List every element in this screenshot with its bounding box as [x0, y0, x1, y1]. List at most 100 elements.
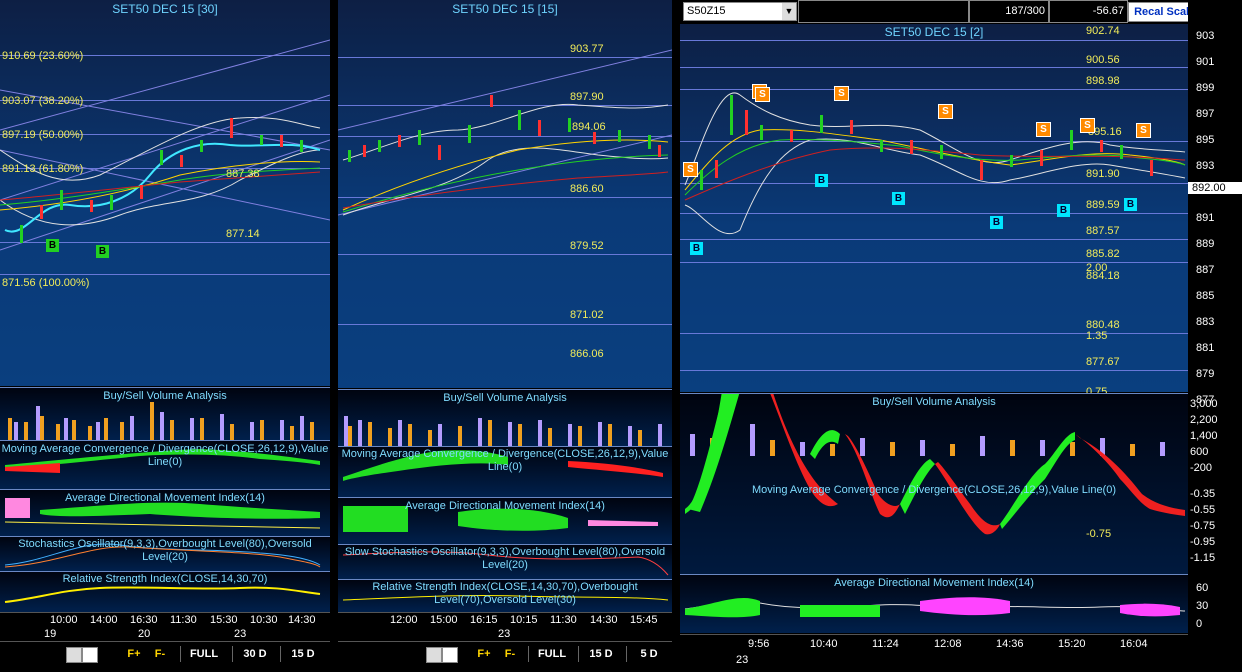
- indicator-title: Moving Average Convergence / Divergence(…: [751, 484, 1117, 496]
- indicator-title: Relative Strength Index(CLOSE,14,30,70): [62, 573, 268, 585]
- level-label: 900.56: [1086, 54, 1120, 66]
- time-tick: 15:45: [630, 614, 658, 626]
- buy-signal[interactable]: B: [892, 192, 905, 205]
- panel-divider[interactable]: [672, 0, 680, 672]
- macd-tick: -1.15: [1190, 552, 1216, 564]
- chart-panel-2min[interactable]: S50Z15 ▼ 187/300 -56.67 Recal Scale-Line…: [680, 0, 1242, 672]
- volume-pane[interactable]: Buy/Sell Volume Analysis: [0, 387, 330, 440]
- macd-tick: -0.55: [1190, 504, 1216, 516]
- range-15d-button[interactable]: 15 D: [280, 646, 325, 662]
- price-axis[interactable]: 903 901 899 897 895 893 891 889 887 885 …: [1188, 0, 1242, 672]
- sell-signal[interactable]: S: [1080, 118, 1095, 133]
- level-label: -0.75: [1086, 528, 1112, 540]
- price-tick: 899: [1196, 82, 1215, 94]
- buy-signal[interactable]: B: [690, 242, 703, 255]
- indicator-title: Moving Average Convergence / Divergence(…: [341, 448, 669, 473]
- zoom-in-button[interactable]: F+: [474, 646, 494, 662]
- chart-panel-30min[interactable]: SET50 DEC 15 [30] 910.69 (23.60%) 903.07…: [0, 0, 330, 672]
- price-svg: [338, 49, 672, 216]
- level-label: 887.57: [1086, 225, 1120, 237]
- macd-pane[interactable]: Moving Average Convergence / Divergence(…: [0, 440, 330, 489]
- level-label: 889.59: [1086, 199, 1120, 211]
- adx-pane[interactable]: Average Directional Movement Index(14): [680, 574, 1188, 633]
- price-tick: 883: [1196, 316, 1215, 328]
- price-tick: 879: [1196, 368, 1215, 380]
- volume-tick: 1,400: [1190, 430, 1218, 442]
- time-tick: 10:00: [50, 614, 78, 626]
- range-15d-button[interactable]: 15 D: [578, 646, 623, 662]
- time-tick: 12:00: [390, 614, 418, 626]
- time-tick: 16:04: [1120, 638, 1148, 650]
- price-tick: 881: [1196, 342, 1215, 354]
- time-tick: 12:08: [934, 638, 962, 650]
- chart-toolbar: F+ F- FULL 15 D 5 D: [338, 641, 672, 666]
- scroll-left-button[interactable]: [426, 647, 442, 663]
- fib-level-label: 897.19 (50.00%): [2, 129, 84, 141]
- scroll-left-button[interactable]: [66, 647, 82, 663]
- last-price-marker: 892.00: [1188, 182, 1242, 194]
- indicator-title: Slow Stochastics Oscillator(9,3,3),Overb…: [344, 546, 666, 571]
- macd-pane[interactable]: Moving Average Convergence / Divergence(…: [338, 446, 672, 497]
- price-tick: 903: [1196, 30, 1215, 42]
- level-label: 885.82: [1086, 248, 1120, 260]
- buy-signal[interactable]: B: [815, 174, 828, 187]
- chart-toolbar: F+ F- FULL 30 D 15 D: [0, 641, 330, 666]
- buy-signal[interactable]: B: [46, 239, 59, 252]
- sell-signal[interactable]: S: [834, 86, 849, 101]
- chart-panel-15min[interactable]: SET50 DEC 15 [15] 903.77 897.90 894.06 8…: [338, 0, 672, 672]
- price-tick: 895: [1196, 134, 1215, 146]
- fib-level-label: 910.69 (23.60%): [2, 50, 84, 62]
- range-5d-button[interactable]: 5 D: [626, 646, 671, 662]
- volume-tick: 600: [1190, 446, 1209, 458]
- stochastic-pane[interactable]: Stochastics Oscillator(9,3,3),Overbought…: [0, 536, 330, 571]
- sell-signal[interactable]: S: [938, 104, 953, 119]
- time-axis: 10:00 14:00 16:30 11:30 15:30 10:30 14:3…: [0, 612, 330, 641]
- time-tick: 15:20: [1058, 638, 1086, 650]
- scroll-thumb[interactable]: [442, 647, 458, 663]
- sell-signal[interactable]: S: [1036, 122, 1051, 137]
- fib-level-label: 903.07 (38.20%): [2, 95, 84, 107]
- macd-tick: -0.95: [1190, 536, 1216, 548]
- full-range-button[interactable]: FULL: [180, 646, 227, 662]
- adx-pane[interactable]: Average Directional Movement Index(14): [0, 489, 330, 536]
- indicator-title: Average Directional Movement Index(14): [834, 577, 1034, 589]
- chart-title: SET50 DEC 15 [30]: [112, 2, 218, 16]
- zoom-out-button[interactable]: F-: [150, 646, 170, 662]
- zoom-out-button[interactable]: F-: [500, 646, 520, 662]
- sell-signal[interactable]: S: [755, 87, 770, 102]
- sell-signal[interactable]: S: [1136, 123, 1151, 138]
- sell-signal[interactable]: S: [683, 162, 698, 177]
- fib-level-label: 871.56 (100.00%): [2, 277, 90, 289]
- time-tick: 14:36: [996, 638, 1024, 650]
- level-label: 2.00: [1086, 262, 1108, 274]
- full-range-button[interactable]: FULL: [528, 646, 575, 662]
- time-tick: 14:00: [90, 614, 118, 626]
- buy-signal[interactable]: B: [1124, 198, 1137, 211]
- indicator-title: Average Directional Movement Index(14): [405, 500, 605, 512]
- level-label: 897.90: [570, 91, 604, 103]
- stochastic-pane[interactable]: Slow Stochastics Oscillator(9,3,3),Overb…: [338, 544, 672, 579]
- time-tick: 11:30: [550, 614, 577, 626]
- scroll-thumb[interactable]: [82, 647, 98, 663]
- level-label: 886.60: [570, 183, 604, 195]
- rsi-pane[interactable]: Relative Strength Index(CLOSE,14,30,70): [0, 571, 330, 612]
- adx-pane[interactable]: Average Directional Movement Index(14): [338, 497, 672, 544]
- level-label: 887.38: [226, 168, 260, 180]
- level-label: 871.02: [570, 309, 604, 321]
- level-label: 903.77: [570, 43, 604, 55]
- zoom-in-button[interactable]: F+: [124, 646, 144, 662]
- volume-pane[interactable]: Buy/Sell Volume Analysis: [338, 389, 672, 446]
- chart-title: SET50 DEC 15 [15]: [452, 2, 558, 16]
- range-30d-button[interactable]: 30 D: [232, 646, 277, 662]
- fib-level-label: 891.13 (61.80%): [2, 163, 84, 175]
- rsi-pane[interactable]: Relative Strength Index(CLOSE,14,30,70),…: [338, 579, 672, 612]
- buy-signal[interactable]: B: [96, 245, 109, 258]
- panel-divider[interactable]: [330, 0, 338, 672]
- adx-tick: 60: [1196, 582, 1209, 594]
- time-axis: 12:00 15:00 16:15 10:15 11:30 14:30 15:4…: [338, 612, 672, 641]
- buy-signal[interactable]: B: [1057, 204, 1070, 217]
- buy-signal[interactable]: B: [990, 216, 1003, 229]
- macd-tick: -0.35: [1190, 488, 1216, 500]
- level-label: 877.14: [226, 228, 260, 240]
- volume-tick: 2,200: [1190, 414, 1218, 426]
